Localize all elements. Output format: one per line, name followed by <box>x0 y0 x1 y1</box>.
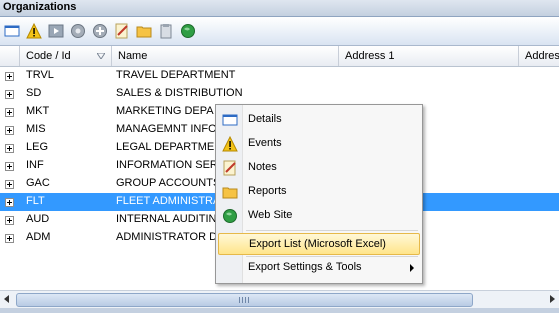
menu-item-reports[interactable]: Reports <box>218 181 420 203</box>
cell-name: TRAVEL DEPARTMENT <box>116 69 236 81</box>
globe-icon <box>222 208 238 224</box>
expand-icon[interactable] <box>5 162 14 171</box>
submenu-arrow-icon <box>410 264 414 272</box>
folder-icon <box>222 184 238 200</box>
circle-icon[interactable] <box>70 23 86 39</box>
cell-code: LEG <box>26 141 49 153</box>
menu-separator <box>246 230 418 231</box>
warning-icon[interactable] <box>26 23 42 39</box>
column-header-address2[interactable]: Addres <box>518 46 559 66</box>
menu-item-details[interactable]: Details <box>218 109 420 131</box>
menu-item-label: Notes <box>248 161 277 173</box>
column-header-code[interactable]: Code / Id <box>19 46 111 66</box>
expand-icon[interactable] <box>5 216 14 225</box>
filter-icon[interactable] <box>97 53 105 59</box>
globe-icon[interactable] <box>180 23 196 39</box>
grip-icon <box>239 297 249 303</box>
horizontal-scrollbar[interactable] <box>0 290 559 308</box>
expand-icon[interactable] <box>5 126 14 135</box>
media-icon[interactable] <box>48 23 64 39</box>
expand-icon[interactable] <box>5 180 14 189</box>
warning-icon <box>222 136 238 152</box>
cell-code: AUD <box>26 213 50 225</box>
column-header-name[interactable]: Name <box>111 46 338 66</box>
cell-code: MIS <box>26 123 46 135</box>
grid-header: Code / Id Name Address 1 Addres <box>0 46 559 67</box>
scroll-right-icon[interactable] <box>550 295 555 303</box>
expand-icon[interactable] <box>5 234 14 243</box>
table-row[interactable]: TRVL TRAVEL DEPARTMENT <box>0 67 559 85</box>
cell-code: MKT <box>26 105 50 117</box>
window-titlebar: Organizations <box>0 0 559 17</box>
details-icon <box>222 112 238 128</box>
table-row[interactable]: SD SALES & DISTRIBUTION <box>0 85 559 103</box>
context-menu: Details Events Notes Reports Web Site Ex… <box>215 104 423 284</box>
menu-item-label: Web Site <box>248 209 293 221</box>
expand-icon[interactable] <box>5 108 14 117</box>
column-header-label: Name <box>118 50 148 62</box>
scroll-left-icon[interactable] <box>4 295 9 303</box>
column-header-address1[interactable]: Address 1 <box>338 46 518 66</box>
menu-item-export-list[interactable]: Export List (Microsoft Excel) <box>218 233 420 255</box>
cell-code: ADM <box>26 231 51 243</box>
cell-code: INF <box>26 159 44 171</box>
toolbar <box>0 17 559 46</box>
add-icon[interactable] <box>92 23 108 39</box>
menu-item-label: Export List (Microsoft Excel) <box>249 238 386 250</box>
column-header-label: Address 1 <box>345 50 395 62</box>
expand-icon[interactable] <box>5 72 14 81</box>
menu-item-label: Events <box>248 137 282 149</box>
menu-item-notes[interactable]: Notes <box>218 157 420 179</box>
notes-icon[interactable] <box>114 23 130 39</box>
menu-item-label: Details <box>248 113 282 125</box>
cell-code: GAC <box>26 177 50 189</box>
column-header-label: Addres <box>525 50 559 62</box>
menu-item-website[interactable]: Web Site <box>218 205 420 227</box>
cell-code: SD <box>26 87 42 99</box>
bottom-border <box>0 308 559 313</box>
notes-icon <box>222 160 238 176</box>
window-title: Organizations <box>3 1 77 13</box>
menu-item-label: Export Settings & Tools <box>248 261 362 273</box>
expand-icon[interactable] <box>5 198 14 207</box>
expand-icon[interactable] <box>5 90 14 99</box>
menu-item-events[interactable]: Events <box>218 133 420 155</box>
menu-item-label: Reports <box>248 185 287 197</box>
scrollbar-thumb[interactable] <box>16 293 473 307</box>
expand-icon[interactable] <box>5 144 14 153</box>
folder-icon[interactable] <box>136 23 152 39</box>
cell-name: SALES & DISTRIBUTION <box>116 87 243 99</box>
cell-code: FLT <box>26 195 45 207</box>
column-header-label: Code / Id <box>26 50 71 62</box>
cell-code: TRVL <box>26 69 54 81</box>
details-icon[interactable] <box>4 23 20 39</box>
menu-item-export-settings[interactable]: Export Settings & Tools <box>218 257 420 279</box>
clipboard-icon[interactable] <box>158 23 174 39</box>
